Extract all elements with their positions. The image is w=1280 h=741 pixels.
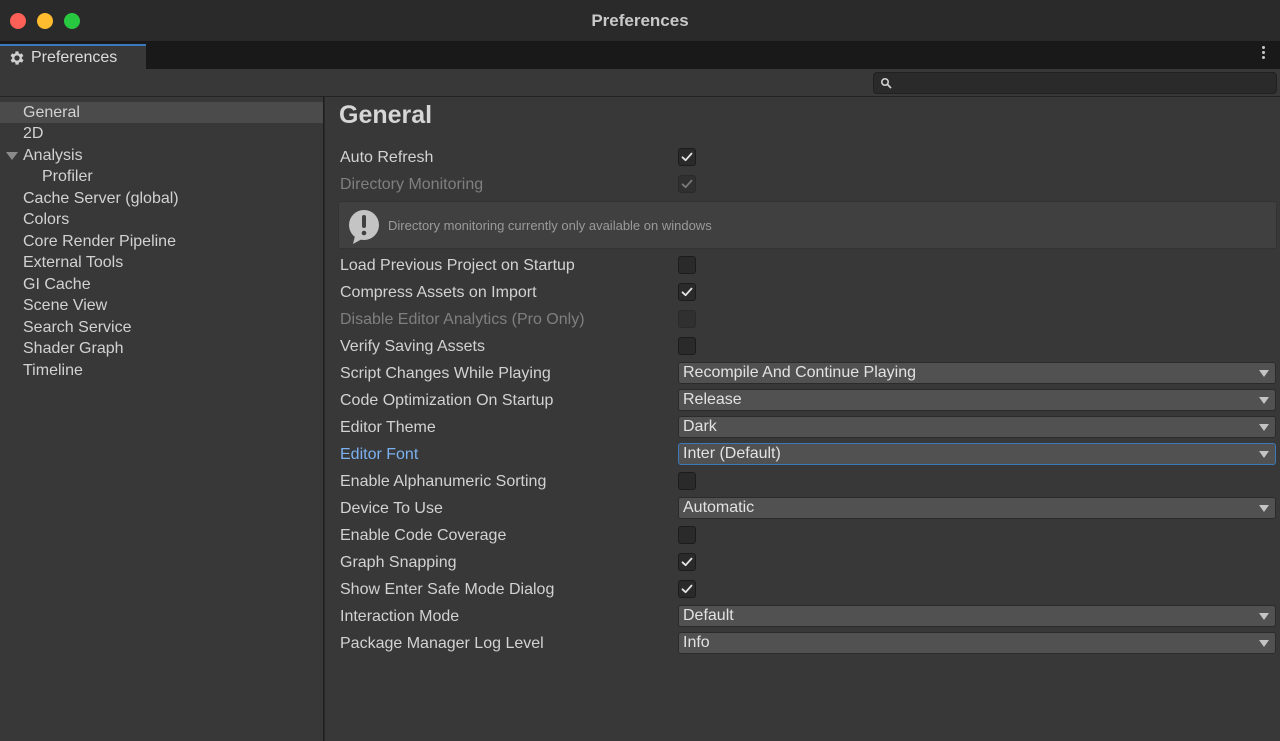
checkmark-icon — [681, 557, 693, 567]
expand-arrow-icon[interactable] — [6, 152, 18, 160]
sidebar-item-label: Analysis — [23, 147, 83, 164]
sidebar-item-label: Shader Graph — [23, 340, 124, 357]
warning-icon — [349, 210, 379, 244]
sidebar-item-label: Timeline — [23, 362, 83, 379]
verify-saving-checkbox[interactable] — [678, 337, 696, 355]
package-log-level-dropdown[interactable]: Info — [678, 632, 1276, 654]
checkmark-icon — [681, 584, 693, 594]
compress-assets-label: Compress Assets on Import — [340, 284, 537, 301]
load-previous-project-label: Load Previous Project on Startup — [340, 257, 575, 274]
sidebar-item-label: Scene View — [23, 297, 108, 314]
dropdown-value: Recompile And Continue Playing — [683, 364, 917, 381]
checkmark-icon — [681, 152, 693, 162]
sidebar-item-label: Search Service — [23, 319, 132, 336]
sidebar-item-label: Colors — [23, 211, 70, 228]
sidebar-item-profiler[interactable]: Profiler — [0, 166, 323, 187]
sidebar-item-timeline[interactable]: Timeline — [0, 360, 323, 381]
sidebar-item-search-service[interactable]: Search Service — [0, 317, 323, 338]
safe-mode-dialog-label: Show Enter Safe Mode Dialog — [340, 581, 555, 598]
sidebar-item-2d[interactable]: 2D — [0, 123, 323, 144]
graph-snapping-label: Graph Snapping — [340, 554, 457, 571]
checkmark-icon — [681, 287, 693, 297]
code-optimization-label: Code Optimization On Startup — [340, 392, 554, 409]
chevron-down-icon — [1259, 640, 1269, 647]
help-message: Directory monitoring currently only avai… — [388, 218, 712, 233]
sidebar-item-gi-cache[interactable]: GI Cache — [0, 274, 323, 295]
verify-saving-label: Verify Saving Assets — [340, 338, 485, 355]
interaction-mode-dropdown[interactable]: Default — [678, 605, 1276, 627]
sidebar-item-label: Cache Server (global) — [23, 190, 179, 207]
dropdown-value: Release — [683, 391, 742, 408]
device-to-use-label: Device To Use — [340, 500, 443, 517]
auto-refresh-checkbox[interactable] — [678, 148, 696, 166]
load-previous-project-checkbox[interactable] — [678, 256, 696, 274]
sidebar-item-analysis[interactable]: Analysis — [0, 145, 323, 166]
editor-font-dropdown[interactable]: Inter (Default) — [678, 443, 1276, 465]
chevron-down-icon — [1259, 397, 1269, 404]
disable-analytics-checkbox — [678, 310, 696, 328]
dropdown-value: Automatic — [683, 499, 755, 516]
tab-label: Preferences — [31, 49, 118, 66]
alphanumeric-sorting-label: Enable Alphanumeric Sorting — [340, 473, 547, 490]
sidebar-item-label: External Tools — [23, 254, 124, 271]
dropdown-value: Info — [683, 634, 710, 651]
sidebar: General 2D Analysis Profiler Cache Serve… — [0, 97, 324, 741]
sidebar-item-general[interactable]: General — [0, 102, 323, 123]
sidebar-item-label: General — [23, 104, 80, 121]
editor-theme-dropdown[interactable]: Dark — [678, 416, 1276, 438]
interaction-mode-label: Interaction Mode — [340, 608, 460, 625]
chevron-down-icon — [1259, 613, 1269, 620]
dropdown-value: Dark — [683, 418, 717, 435]
chevron-down-icon — [1259, 370, 1269, 377]
help-box: Directory monitoring currently only avai… — [338, 201, 1277, 249]
sidebar-item-label: Profiler — [42, 168, 93, 185]
editor-theme-label: Editor Theme — [340, 419, 436, 436]
editor-font-label: Editor Font — [340, 446, 419, 463]
sidebar-item-core-render-pipeline[interactable]: Core Render Pipeline — [0, 231, 323, 252]
sidebar-item-scene-view[interactable]: Scene View — [0, 295, 323, 316]
graph-snapping-checkbox[interactable] — [678, 553, 696, 571]
disable-analytics-label: Disable Editor Analytics (Pro Only) — [340, 311, 585, 328]
directory-monitoring-checkbox — [678, 175, 696, 193]
directory-monitoring-label: Directory Monitoring — [340, 176, 484, 193]
search-input[interactable] — [896, 74, 1272, 92]
script-changes-dropdown[interactable]: Recompile And Continue Playing — [678, 362, 1276, 384]
device-to-use-dropdown[interactable]: Automatic — [678, 497, 1276, 519]
dropdown-value: Default — [683, 607, 734, 624]
settings-panel: General Auto Refresh Directory Monitorin… — [325, 97, 1280, 741]
gear-icon — [10, 51, 24, 65]
safe-mode-dialog-checkbox[interactable] — [678, 580, 696, 598]
sidebar-item-external-tools[interactable]: External Tools — [0, 252, 323, 273]
code-coverage-checkbox[interactable] — [678, 526, 696, 544]
search-icon — [880, 77, 892, 89]
compress-assets-checkbox[interactable] — [678, 283, 696, 301]
code-optimization-dropdown[interactable]: Release — [678, 389, 1276, 411]
title-bar: Preferences — [0, 0, 1280, 41]
script-changes-label: Script Changes While Playing — [340, 365, 551, 382]
page-title: General — [339, 101, 433, 129]
window-title: Preferences — [591, 11, 689, 30]
more-options-icon[interactable] — [1260, 46, 1266, 64]
chevron-down-icon — [1259, 451, 1269, 458]
chevron-down-icon — [1259, 424, 1269, 431]
search-box[interactable] — [873, 72, 1277, 94]
sidebar-item-shader-graph[interactable]: Shader Graph — [0, 338, 323, 359]
package-log-level-label: Package Manager Log Level — [340, 635, 544, 652]
alphanumeric-sorting-checkbox[interactable] — [678, 472, 696, 490]
sidebar-item-label: Core Render Pipeline — [23, 233, 176, 250]
sidebar-item-label: 2D — [23, 125, 44, 142]
toolbar — [0, 69, 1280, 97]
sidebar-item-cache-server[interactable]: Cache Server (global) — [0, 188, 323, 209]
checkmark-icon — [681, 179, 693, 189]
chevron-down-icon — [1259, 505, 1269, 512]
code-coverage-label: Enable Code Coverage — [340, 527, 507, 544]
tab-preferences[interactable]: Preferences — [0, 44, 146, 70]
tab-bar: Preferences — [0, 41, 1280, 70]
auto-refresh-label: Auto Refresh — [340, 149, 434, 166]
sidebar-item-colors[interactable]: Colors — [0, 209, 323, 230]
sidebar-item-label: GI Cache — [23, 276, 91, 293]
dropdown-value: Inter (Default) — [683, 445, 781, 462]
